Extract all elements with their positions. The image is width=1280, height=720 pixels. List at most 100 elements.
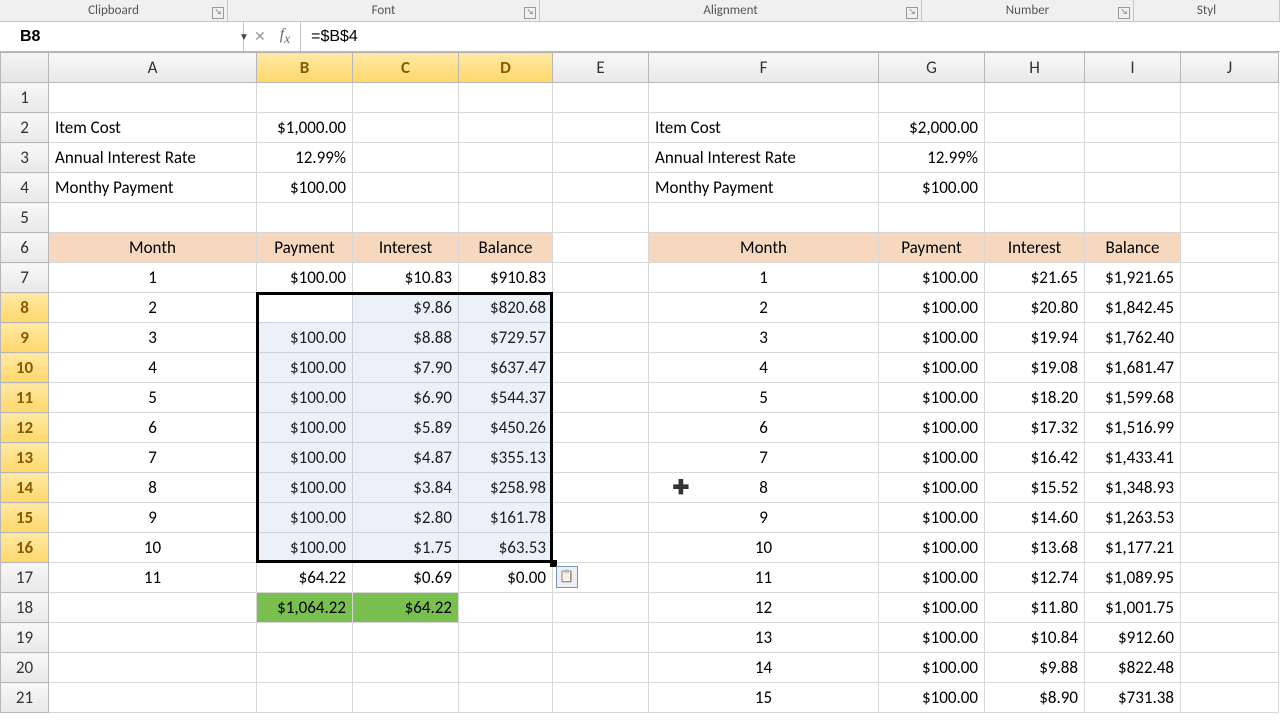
cell-I7[interactable]: $1,921.65 bbox=[1085, 263, 1181, 293]
cell-J21[interactable] bbox=[1181, 683, 1279, 713]
autofill-options-button[interactable]: 📋 bbox=[556, 566, 578, 588]
cell-J6[interactable] bbox=[1181, 233, 1279, 263]
cell-C8[interactable]: $9.86 bbox=[353, 293, 459, 323]
cell-J13[interactable] bbox=[1181, 443, 1279, 473]
cell-B14[interactable]: $100.00 bbox=[257, 473, 353, 503]
cell-G1[interactable] bbox=[879, 83, 985, 113]
cell-J16[interactable] bbox=[1181, 533, 1279, 563]
cell-F17[interactable]: 11 bbox=[649, 563, 879, 593]
cell-D11[interactable]: $544.37 bbox=[459, 383, 553, 413]
cell-H17[interactable]: $12.74 bbox=[985, 563, 1085, 593]
cell-J12[interactable] bbox=[1181, 413, 1279, 443]
cell-B12[interactable]: $100.00 bbox=[257, 413, 353, 443]
cell-J17[interactable] bbox=[1181, 563, 1279, 593]
cell-B15[interactable]: $100.00 bbox=[257, 503, 353, 533]
cell-D10[interactable]: $637.47 bbox=[459, 353, 553, 383]
cell-G11[interactable]: $100.00 bbox=[879, 383, 985, 413]
cell-H12[interactable]: $17.32 bbox=[985, 413, 1085, 443]
cell-H14[interactable]: $15.52 bbox=[985, 473, 1085, 503]
row-header-11[interactable]: 11 bbox=[1, 383, 49, 413]
cell-J7[interactable] bbox=[1181, 263, 1279, 293]
cell-B11[interactable]: $100.00 bbox=[257, 383, 353, 413]
cell-C1[interactable] bbox=[353, 83, 459, 113]
cell-I6[interactable]: Balance bbox=[1085, 233, 1181, 263]
cell-E6[interactable] bbox=[553, 233, 649, 263]
cell-D5[interactable] bbox=[459, 203, 553, 233]
cell-H5[interactable] bbox=[985, 203, 1085, 233]
fx-icon[interactable]: fx bbox=[276, 26, 294, 47]
cell-F1[interactable] bbox=[649, 83, 879, 113]
cell-A17[interactable]: 11 bbox=[49, 563, 257, 593]
cell-G3[interactable]: 12.99% bbox=[879, 143, 985, 173]
cell-J5[interactable] bbox=[1181, 203, 1279, 233]
cell-B19[interactable] bbox=[257, 623, 353, 653]
cell-H18[interactable]: $11.80 bbox=[985, 593, 1085, 623]
cell-F14[interactable]: 8 bbox=[649, 473, 879, 503]
cell-I12[interactable]: $1,516.99 bbox=[1085, 413, 1181, 443]
cell-G15[interactable]: $100.00 bbox=[879, 503, 985, 533]
cell-G2[interactable]: $2,000.00 bbox=[879, 113, 985, 143]
cell-H3[interactable] bbox=[985, 143, 1085, 173]
cell-F15[interactable]: 9 bbox=[649, 503, 879, 533]
cell-J10[interactable] bbox=[1181, 353, 1279, 383]
row-header-21[interactable]: 21 bbox=[1, 683, 49, 713]
cell-F19[interactable]: 13 bbox=[649, 623, 879, 653]
column-header-B[interactable]: B bbox=[257, 53, 353, 83]
cell-A18[interactable] bbox=[49, 593, 257, 623]
cell-C20[interactable] bbox=[353, 653, 459, 683]
cell-E12[interactable] bbox=[553, 413, 649, 443]
cell-I19[interactable]: $912.60 bbox=[1085, 623, 1181, 653]
cell-I11[interactable]: $1,599.68 bbox=[1085, 383, 1181, 413]
cell-F18[interactable]: 12 bbox=[649, 593, 879, 623]
row-header-20[interactable]: 20 bbox=[1, 653, 49, 683]
row-header-2[interactable]: 2 bbox=[1, 113, 49, 143]
cell-B6[interactable]: Payment bbox=[257, 233, 353, 263]
cell-C4[interactable] bbox=[353, 173, 459, 203]
cell-G10[interactable]: $100.00 bbox=[879, 353, 985, 383]
cell-I9[interactable]: $1,762.40 bbox=[1085, 323, 1181, 353]
cell-D17[interactable]: $0.00 bbox=[459, 563, 553, 593]
cell-J15[interactable] bbox=[1181, 503, 1279, 533]
formula-input[interactable] bbox=[301, 22, 1280, 51]
cell-B3[interactable]: 12.99% bbox=[257, 143, 353, 173]
cell-G9[interactable]: $100.00 bbox=[879, 323, 985, 353]
cell-G13[interactable]: $100.00 bbox=[879, 443, 985, 473]
cell-C6[interactable]: Interest bbox=[353, 233, 459, 263]
cell-B20[interactable] bbox=[257, 653, 353, 683]
cell-D19[interactable] bbox=[459, 623, 553, 653]
row-header-10[interactable]: 10 bbox=[1, 353, 49, 383]
cell-B5[interactable] bbox=[257, 203, 353, 233]
cell-D7[interactable]: $910.83 bbox=[459, 263, 553, 293]
cell-I18[interactable]: $1,001.75 bbox=[1085, 593, 1181, 623]
cell-F8[interactable]: 2 bbox=[649, 293, 879, 323]
cell-C16[interactable]: $1.75 bbox=[353, 533, 459, 563]
cell-H7[interactable]: $21.65 bbox=[985, 263, 1085, 293]
cell-B4[interactable]: $100.00 bbox=[257, 173, 353, 203]
cell-D3[interactable] bbox=[459, 143, 553, 173]
cell-G14[interactable]: $100.00 bbox=[879, 473, 985, 503]
cell-H6[interactable]: Interest bbox=[985, 233, 1085, 263]
cell-G21[interactable]: $100.00 bbox=[879, 683, 985, 713]
cell-C14[interactable]: $3.84 bbox=[353, 473, 459, 503]
cell-D18[interactable] bbox=[459, 593, 553, 623]
cell-D1[interactable] bbox=[459, 83, 553, 113]
cell-C5[interactable] bbox=[353, 203, 459, 233]
row-header-6[interactable]: 6 bbox=[1, 233, 49, 263]
cell-C13[interactable]: $4.87 bbox=[353, 443, 459, 473]
cell-B8[interactable]: $100.00 bbox=[257, 293, 353, 323]
cell-B7[interactable]: $100.00 bbox=[257, 263, 353, 293]
cell-J4[interactable] bbox=[1181, 173, 1279, 203]
cell-D15[interactable]: $161.78 bbox=[459, 503, 553, 533]
cell-J20[interactable] bbox=[1181, 653, 1279, 683]
cell-F20[interactable]: 14 bbox=[649, 653, 879, 683]
row-header-18[interactable]: 18 bbox=[1, 593, 49, 623]
cell-H16[interactable]: $13.68 bbox=[985, 533, 1085, 563]
cell-E3[interactable] bbox=[553, 143, 649, 173]
cell-G7[interactable]: $100.00 bbox=[879, 263, 985, 293]
cell-H1[interactable] bbox=[985, 83, 1085, 113]
cell-E15[interactable] bbox=[553, 503, 649, 533]
cell-A11[interactable]: 5 bbox=[49, 383, 257, 413]
cell-I1[interactable] bbox=[1085, 83, 1181, 113]
cell-E1[interactable] bbox=[553, 83, 649, 113]
cell-B13[interactable]: $100.00 bbox=[257, 443, 353, 473]
